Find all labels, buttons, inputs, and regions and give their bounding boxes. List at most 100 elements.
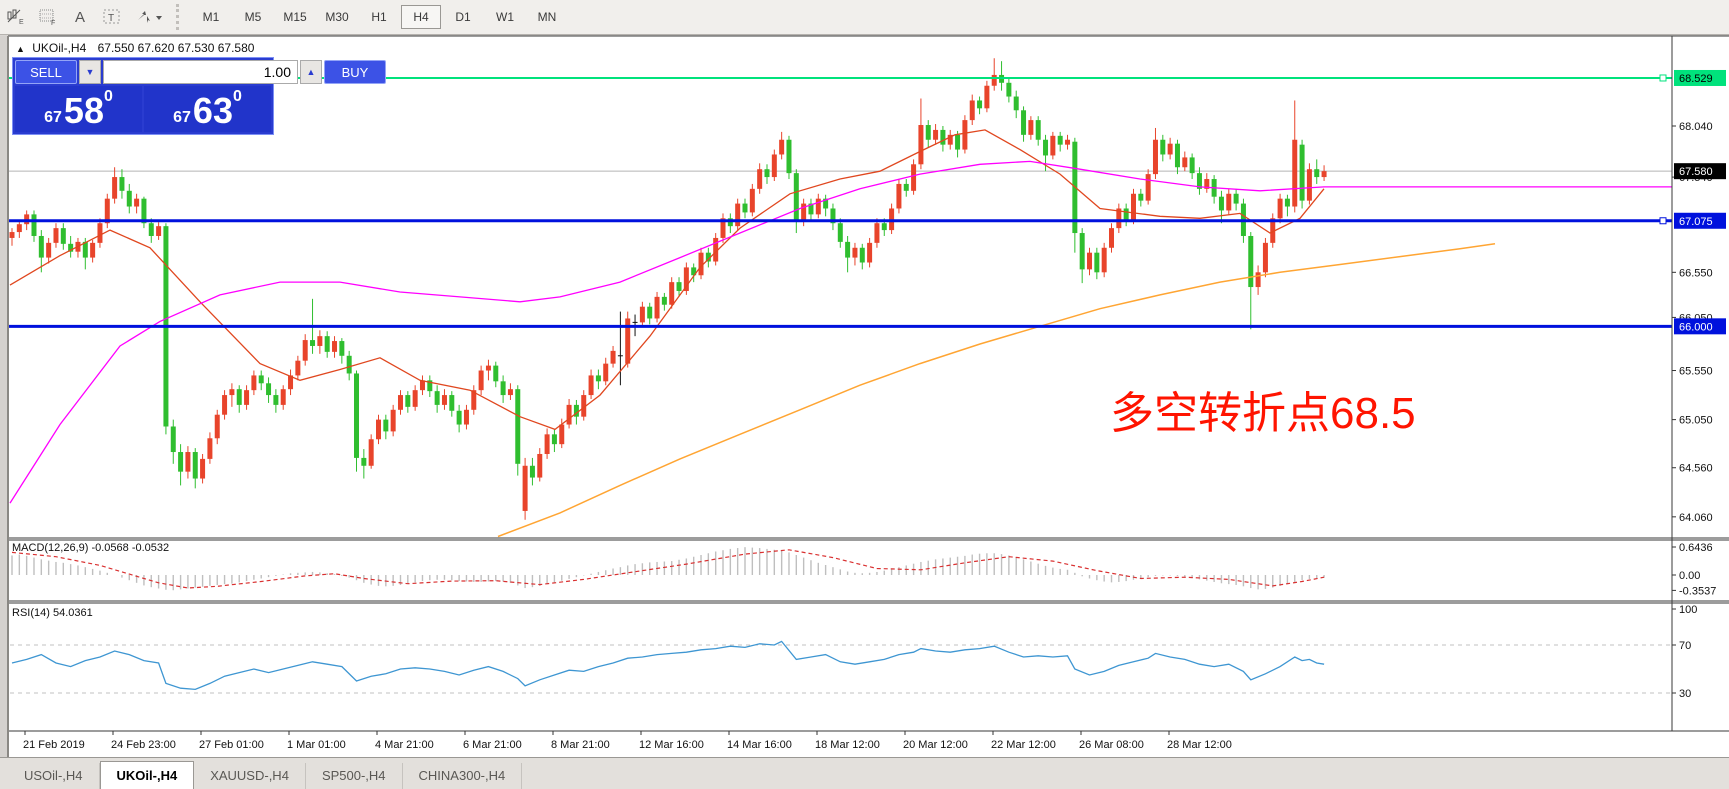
candle-body [1314, 169, 1319, 177]
macd-indicator-label: MACD(12,26,9) -0.0568 -0.0532 [12, 542, 169, 554]
chart-tab-ukoilh4[interactable]: UKOil-,H4 [100, 761, 195, 789]
candle-body [127, 191, 132, 207]
candle-body [1146, 174, 1151, 201]
timeframe-button-d1[interactable]: D1 [443, 5, 483, 29]
candle-body [17, 224, 22, 232]
timeframe-button-h1[interactable]: H1 [359, 5, 399, 29]
candle-body [567, 405, 572, 425]
resistance-line-price-chip: 68.529 [1679, 73, 1713, 85]
chart-tab-usoilh4[interactable]: USOil-,H4 [8, 763, 100, 789]
candle-body [420, 380, 425, 390]
chart-tab-china300h4[interactable]: CHINA300-,H4 [403, 763, 523, 789]
candle-body [896, 184, 901, 209]
date-axis-label: 4 Mar 21:00 [375, 739, 434, 751]
candle-body [1050, 136, 1055, 156]
candle-body [325, 336, 330, 352]
candle-body [867, 243, 872, 263]
candle-body [332, 341, 337, 352]
timeframe-button-m30[interactable]: M30 [317, 5, 357, 29]
timeframe-button-m5[interactable]: M5 [233, 5, 273, 29]
candle-body [178, 452, 183, 472]
top-toolbar: E F A T M1M5M15M30H1H4D1W1MN [0, 0, 1729, 35]
macd-tick-label: -0.3537 [1679, 585, 1716, 597]
quantity-decrease-button[interactable]: ▼ [79, 60, 101, 84]
candle-body [457, 411, 462, 425]
grid-properties-icon[interactable]: F [33, 4, 63, 30]
candle-body [757, 169, 762, 189]
candle-body [90, 243, 95, 258]
candle-body [984, 86, 989, 109]
svg-text:E: E [19, 19, 24, 26]
candle-body [655, 297, 660, 319]
buy-price-sup: 0 [233, 88, 242, 106]
quantity-increase-button[interactable]: ▲ [300, 60, 322, 84]
candle-body [1263, 243, 1268, 272]
candle-body [640, 307, 645, 323]
cursor-arrows-icon[interactable] [129, 4, 169, 30]
candle-body [603, 364, 608, 382]
date-axis-label: 28 Mar 12:00 [1167, 739, 1232, 751]
buy-price-box[interactable]: 67 63 0 [144, 86, 271, 132]
sell-price-box[interactable]: 67 58 0 [15, 86, 142, 132]
chart-tab-xauusdh4[interactable]: XAUUSD-,H4 [194, 763, 306, 789]
font-icon[interactable]: A [65, 4, 95, 30]
candle-body [1109, 228, 1114, 248]
candle-body [992, 75, 997, 86]
candle-body [611, 351, 616, 364]
candle-body [1300, 145, 1305, 201]
candle-body [295, 361, 300, 376]
timeframe-button-w1[interactable]: W1 [485, 5, 525, 29]
candle-body [405, 395, 410, 407]
buy-button[interactable]: BUY [324, 60, 386, 84]
sell-price-prefix: 67 [44, 107, 62, 129]
timeframe-button-m15[interactable]: M15 [275, 5, 315, 29]
date-axis-label: 27 Feb 01:00 [199, 739, 264, 751]
sell-button[interactable]: SELL [15, 60, 77, 84]
candle-body [669, 282, 674, 305]
date-axis-label: 18 Mar 12:00 [815, 739, 880, 751]
candle-body [229, 389, 234, 395]
candle-body [1182, 157, 1187, 167]
candle-body [933, 130, 938, 140]
candle-body [244, 390, 249, 405]
candle-body [53, 228, 58, 243]
price-tick-label: 68.040 [1679, 121, 1713, 133]
candle-body [413, 390, 418, 407]
timeframe-button-mn[interactable]: MN [527, 5, 567, 29]
candle-body [493, 366, 498, 382]
text-label-icon[interactable]: T [97, 4, 127, 30]
candle-body [1256, 272, 1261, 287]
candle-body [764, 169, 769, 177]
candle-body [207, 438, 212, 459]
chart-edit-icon[interactable]: E [1, 4, 31, 30]
candle-body [1014, 97, 1019, 111]
candle-body [149, 223, 154, 236]
resistance-line-handle[interactable] [1660, 75, 1666, 81]
candle-body [1065, 140, 1070, 145]
quantity-input[interactable] [103, 60, 298, 84]
collapse-triangle-icon[interactable]: ▲ [16, 44, 25, 54]
sell-price-main: 58 [64, 93, 104, 129]
candle-body [266, 383, 271, 395]
candle-body [882, 223, 887, 230]
candle-body [816, 199, 821, 215]
candle-body [977, 100, 982, 108]
candle-body [1080, 233, 1085, 269]
chart-background [8, 36, 1729, 755]
candle-body [1138, 194, 1143, 201]
candle-body [860, 248, 865, 263]
candle-body [383, 420, 388, 432]
candle-body [1234, 194, 1239, 204]
rsi-indicator-label: RSI(14) 54.0361 [12, 607, 93, 619]
chart-annotation-text: 多空转折点68.5 [1110, 389, 1416, 438]
pivot-line-handle[interactable] [1660, 218, 1666, 224]
chart-tab-sp500h4[interactable]: SP500-,H4 [306, 763, 403, 789]
price-tick-label: 64.560 [1679, 463, 1713, 475]
chart-symbol-title: UKOil-,H4 [32, 41, 86, 55]
timeframe-button-h4[interactable]: H4 [401, 5, 441, 29]
candle-body [537, 454, 542, 478]
date-axis-label: 1 Mar 01:00 [287, 739, 346, 751]
timeframe-button-m1[interactable]: M1 [191, 5, 231, 29]
candle-body [1278, 199, 1283, 219]
candle-body [559, 425, 564, 445]
